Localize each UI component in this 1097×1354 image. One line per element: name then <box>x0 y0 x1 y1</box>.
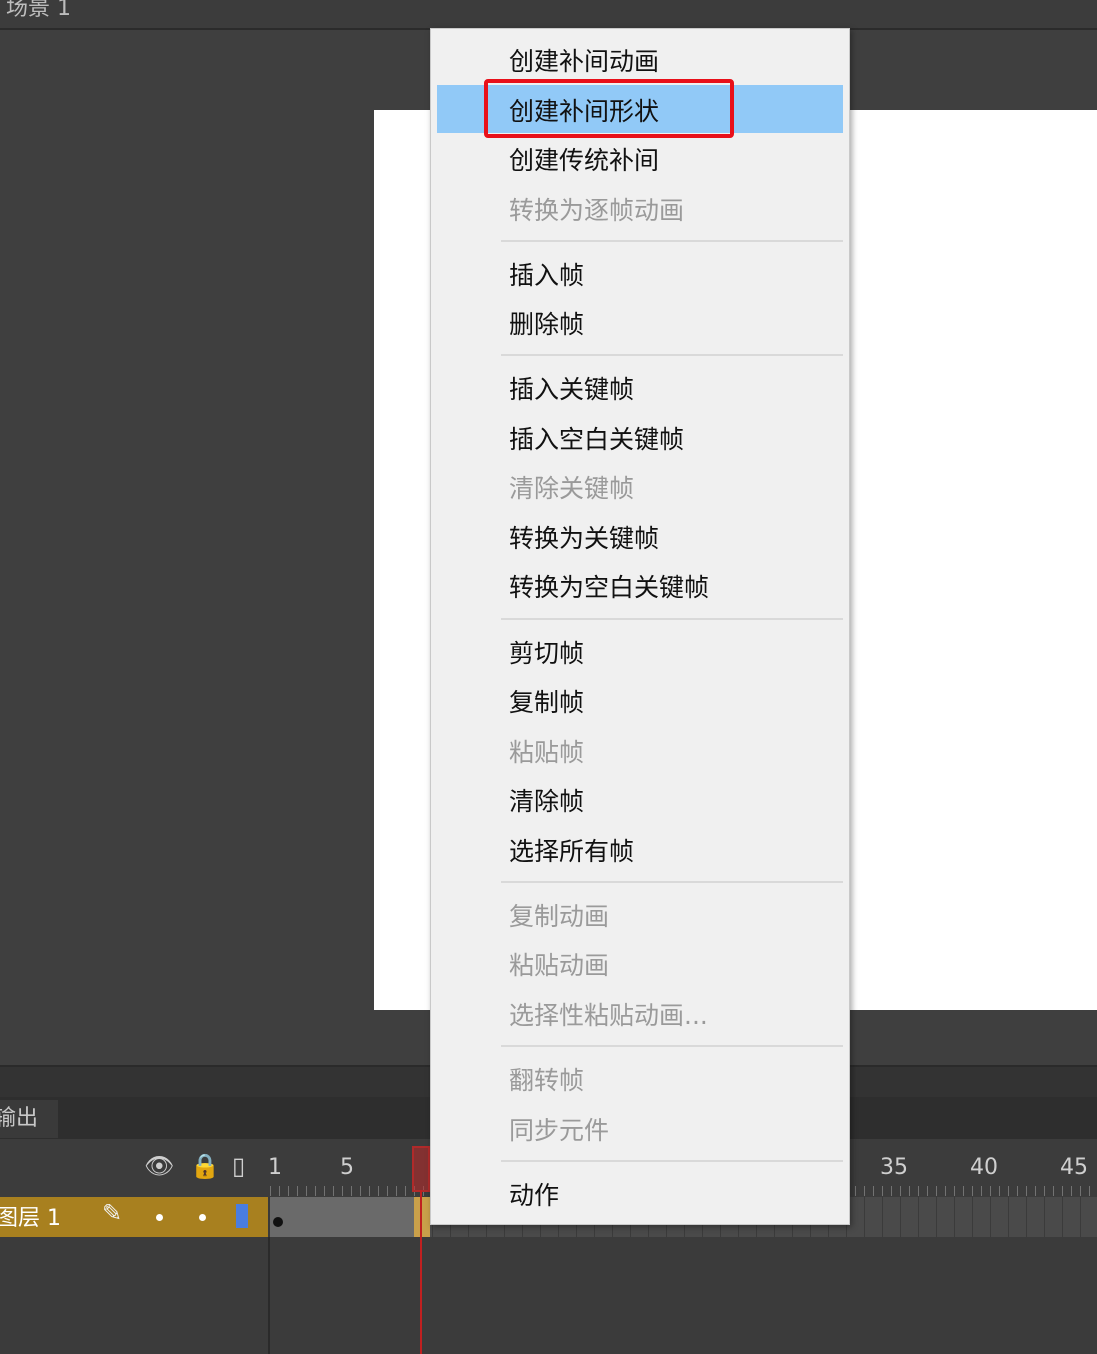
menu-item-label: 插入空白关键帧 <box>509 425 685 454</box>
eye-icon[interactable]: 👁 <box>144 1152 174 1180</box>
menu-item-label: 清除关键帧 <box>509 474 635 503</box>
frame-label-5: 5 <box>340 1155 354 1180</box>
menu-item-label: 清除帧 <box>509 787 585 816</box>
menu-item-label: 粘贴帧 <box>509 738 585 767</box>
timeline-body <box>0 1237 1097 1354</box>
tab-output[interactable]: 输出 <box>0 1100 58 1138</box>
menu-item-label: 插入帧 <box>509 261 585 290</box>
menu-item-insert-frame[interactable]: 插入帧 <box>437 249 843 297</box>
menu-item-paste-motion[interactable]: 粘贴动画 <box>437 939 843 987</box>
menu-separator <box>501 354 843 356</box>
menu-item-insert-keyframe[interactable]: 插入关键帧 <box>437 363 843 411</box>
selected-frame[interactable] <box>414 1197 430 1237</box>
layer-name[interactable]: 图层 1 <box>0 1200 61 1232</box>
outline-icon[interactable]: ▯ <box>232 1152 245 1180</box>
menu-item-label: 选择所有帧 <box>509 837 635 866</box>
frame-label-1: 1 <box>268 1155 282 1180</box>
menu-item-convert-to-blank-keyframes[interactable]: 转换为空白关键帧 <box>437 561 843 609</box>
layer-outline-color[interactable] <box>236 1204 248 1228</box>
pencil-icon: ✎ <box>102 1199 123 1227</box>
menu-item-remove-frames[interactable]: 删除帧 <box>437 298 843 346</box>
menu-item-copy-frames[interactable]: 复制帧 <box>437 676 843 724</box>
menu-item-insert-blank-keyframe[interactable]: 插入空白关键帧 <box>437 413 843 461</box>
menu-separator <box>501 1045 843 1047</box>
menu-item-label: 同步元件 <box>509 1116 610 1145</box>
menu-item-label: 复制动画 <box>509 902 610 931</box>
scene-label[interactable]: 场景 1 <box>6 0 71 22</box>
menu-item-label: 选择性粘贴动画... <box>509 1001 708 1030</box>
menu-item-label: 剪切帧 <box>509 639 585 668</box>
frame-label-35: 35 <box>880 1155 908 1180</box>
annotation-highlight-box <box>484 79 734 138</box>
menu-item-create-motion-tween[interactable]: 创建补间动画 <box>437 35 843 83</box>
layer-visibility-dot[interactable] <box>156 1214 163 1221</box>
menu-item-label: 转换为关键帧 <box>509 524 660 553</box>
menu-item-create-classic-tween[interactable]: 创建传统补间 <box>437 134 843 182</box>
layer-lock-dot[interactable] <box>199 1214 206 1221</box>
frame-span[interactable] <box>270 1197 416 1237</box>
menu-item-label: 复制帧 <box>509 688 585 717</box>
frame-context-menu: 创建补间动画 创建补间形状 创建传统补间 转换为逐帧动画 插入帧 删除帧 插入关… <box>430 28 850 1225</box>
playhead-line <box>420 1190 422 1354</box>
menu-separator <box>501 881 843 883</box>
menu-item-label: 翻转帧 <box>509 1066 585 1095</box>
menu-item-label: 转换为空白关键帧 <box>509 573 710 602</box>
menu-item-label: 创建补间动画 <box>509 47 660 76</box>
menu-separator <box>501 1160 843 1162</box>
menu-item-label: 动作 <box>509 1181 560 1210</box>
keyframe-dot[interactable] <box>273 1217 283 1227</box>
menu-item-reverse-frames[interactable]: 翻转帧 <box>437 1054 843 1102</box>
menu-item-label: 插入关键帧 <box>509 375 635 404</box>
menu-item-label: 转换为逐帧动画 <box>509 196 685 225</box>
menu-item-actions[interactable]: 动作 <box>437 1169 843 1217</box>
menu-item-clear-keyframe[interactable]: 清除关键帧 <box>437 462 843 510</box>
menu-item-label: 创建传统补间 <box>509 146 660 175</box>
menu-item-copy-motion[interactable]: 复制动画 <box>437 890 843 938</box>
lock-icon[interactable]: 🔒 <box>190 1152 220 1180</box>
menu-separator <box>501 240 843 242</box>
menu-item-clear-frames[interactable]: 清除帧 <box>437 775 843 823</box>
playhead-handle[interactable] <box>412 1146 430 1192</box>
frame-label-40: 40 <box>970 1155 998 1180</box>
menu-item-synchronize-symbols[interactable]: 同步元件 <box>437 1104 843 1152</box>
menu-separator <box>501 618 843 620</box>
menu-item-select-all-frames[interactable]: 选择所有帧 <box>437 825 843 873</box>
menu-item-label: 粘贴动画 <box>509 951 610 980</box>
frame-label-45: 45 <box>1060 1155 1088 1180</box>
menu-item-label: 删除帧 <box>509 310 585 339</box>
menu-item-paste-frames[interactable]: 粘贴帧 <box>437 726 843 774</box>
menu-item-paste-motion-special[interactable]: 选择性粘贴动画... <box>437 989 843 1037</box>
menu-item-cut-frames[interactable]: 剪切帧 <box>437 627 843 675</box>
menu-item-convert-to-frame-by-frame[interactable]: 转换为逐帧动画 <box>437 184 843 232</box>
layer-column-divider <box>268 1237 270 1354</box>
menu-item-convert-to-keyframes[interactable]: 转换为关键帧 <box>437 512 843 560</box>
scene-bar <box>0 0 1097 30</box>
